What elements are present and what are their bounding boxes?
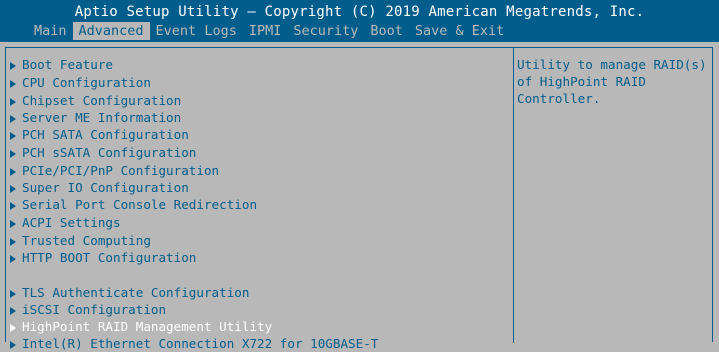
- menu-item-label: iSCSI Configuration: [22, 302, 167, 317]
- tab-boot[interactable]: Boot: [364, 22, 409, 40]
- tab-save-exit[interactable]: Save & Exit: [409, 22, 510, 40]
- menu-item-label: Chipset Configuration: [22, 93, 182, 108]
- menu-item-cpu-configuration[interactable]: CPU Configuration: [10, 74, 151, 91]
- help-text-line: of HighPoint RAID: [517, 74, 646, 89]
- menu-item-pcie-pci-pnp-configuration[interactable]: PCIe/PCI/PnP Configuration: [10, 162, 219, 179]
- bios-title: Aptio Setup Utility – Copyright (C) 2019…: [74, 4, 645, 20]
- menu-item-label: Trusted Computing: [22, 233, 151, 248]
- menu-item-label: Intel(R) Ethernet Connection X722 for 10…: [22, 336, 379, 351]
- submenu-arrow-icon: [10, 238, 16, 246]
- help-text-line: Utility to manage RAID(s): [517, 57, 707, 72]
- menu-item-acpi-settings[interactable]: ACPI Settings: [10, 214, 121, 231]
- submenu-arrow-icon: [10, 307, 16, 315]
- menu-item-label: ACPI Settings: [22, 215, 121, 230]
- menu-item-trusted-computing[interactable]: Trusted Computing: [10, 232, 151, 249]
- tab-security[interactable]: Security: [287, 22, 364, 40]
- menu-item-label: Serial Port Console Redirection: [22, 197, 258, 212]
- menu-item-label: TLS Authenticate Configuration: [22, 285, 250, 300]
- title-bar: Aptio Setup Utility – Copyright (C) 2019…: [0, 0, 719, 42]
- menu-item-server-me-information[interactable]: Server ME Information: [10, 109, 181, 126]
- menu-item-label: HighPoint RAID Management Utility: [22, 319, 273, 334]
- submenu-arrow-icon: [10, 115, 16, 123]
- submenu-arrow-icon: [10, 324, 16, 332]
- menu-item-iscsi-configuration[interactable]: iSCSI Configuration: [10, 301, 166, 318]
- menu-item-super-io-configuration[interactable]: Super IO Configuration: [10, 179, 189, 196]
- submenu-arrow-icon: [10, 98, 16, 106]
- menu-item-highpoint-raid-utility[interactable]: HighPoint RAID Management Utility: [10, 318, 272, 335]
- menu-item-chipset-configuration[interactable]: Chipset Configuration: [10, 92, 181, 109]
- submenu-arrow-icon: [10, 132, 16, 140]
- menu-item-http-boot-configuration[interactable]: HTTP BOOT Configuration: [10, 249, 196, 266]
- tab-event-logs[interactable]: Event Logs: [150, 22, 243, 40]
- menu-item-boot-feature[interactable]: Boot Feature: [10, 56, 113, 73]
- tab-ipmi[interactable]: IPMI: [243, 22, 288, 40]
- menu-item-tls-authenticate-configuration[interactable]: TLS Authenticate Configuration: [10, 284, 249, 301]
- menu-item-label: Boot Feature: [22, 57, 113, 72]
- tab-advanced[interactable]: Advanced: [72, 22, 150, 40]
- menu-item-label: Super IO Configuration: [22, 180, 189, 195]
- settings-panel: Boot Feature CPU Configuration Chipset C…: [5, 47, 713, 351]
- submenu-arrow-icon: [10, 80, 16, 88]
- submenu-arrow-icon: [10, 290, 16, 298]
- help-pane: Utility to manage RAID(s) of HighPoint R…: [514, 56, 712, 107]
- tab-main[interactable]: Main: [28, 22, 73, 40]
- submenu-arrow-icon: [10, 255, 16, 263]
- menu-item-pch-sata-configuration[interactable]: PCH SATA Configuration: [10, 126, 189, 143]
- menu-item-label: PCH sSATA Configuration: [22, 145, 197, 160]
- menu-item-serial-port-console-redirection[interactable]: Serial Port Console Redirection: [10, 196, 257, 213]
- submenu-arrow-icon: [10, 341, 16, 349]
- menu-item-label: Server ME Information: [22, 110, 182, 125]
- submenu-arrow-icon: [10, 62, 16, 70]
- menu-item-label: PCH SATA Configuration: [22, 127, 189, 142]
- submenu-arrow-icon: [10, 202, 16, 210]
- menu-tabs: Main Advanced Event Logs IPMI Security B…: [28, 22, 510, 40]
- submenu-arrow-icon: [10, 168, 16, 176]
- submenu-arrow-icon: [10, 220, 16, 228]
- submenu-arrow-icon: [10, 150, 16, 158]
- menu-item-label: CPU Configuration: [22, 75, 151, 90]
- menu-item-label: PCIe/PCI/PnP Configuration: [22, 163, 220, 178]
- menu-item-label: HTTP BOOT Configuration: [22, 250, 197, 265]
- menu-item-intel-ethernet-connection[interactable]: Intel(R) Ethernet Connection X722 for 10…: [10, 335, 378, 352]
- menu-item-pch-ssata-configuration[interactable]: PCH sSATA Configuration: [10, 144, 196, 161]
- submenu-arrow-icon: [10, 185, 16, 193]
- help-text-line: Controller.: [517, 91, 601, 106]
